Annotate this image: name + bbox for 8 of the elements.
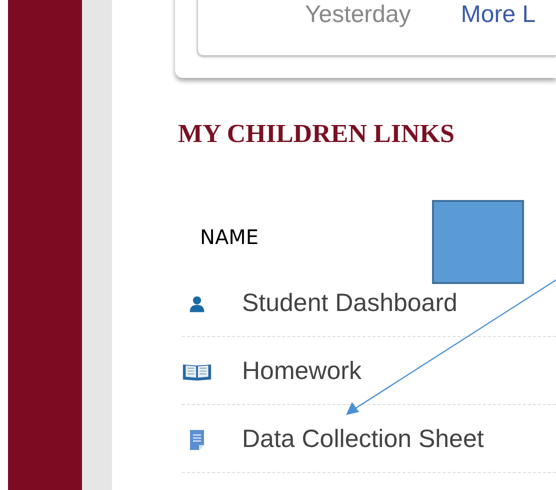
link-item[interactable]: Homework: [242, 357, 362, 386]
link-item[interactable]: Student Dashboard: [242, 289, 458, 318]
document-icon: [188, 428, 206, 450]
column-header: NAME: [200, 225, 260, 249]
section-title: MY CHILDREN LINKS: [178, 119, 456, 149]
date-text: Yesterday: [305, 3, 411, 27]
more-link[interactable]: More L: [460, 3, 536, 27]
link-item[interactable]: Data Collection Sheet: [242, 425, 484, 454]
